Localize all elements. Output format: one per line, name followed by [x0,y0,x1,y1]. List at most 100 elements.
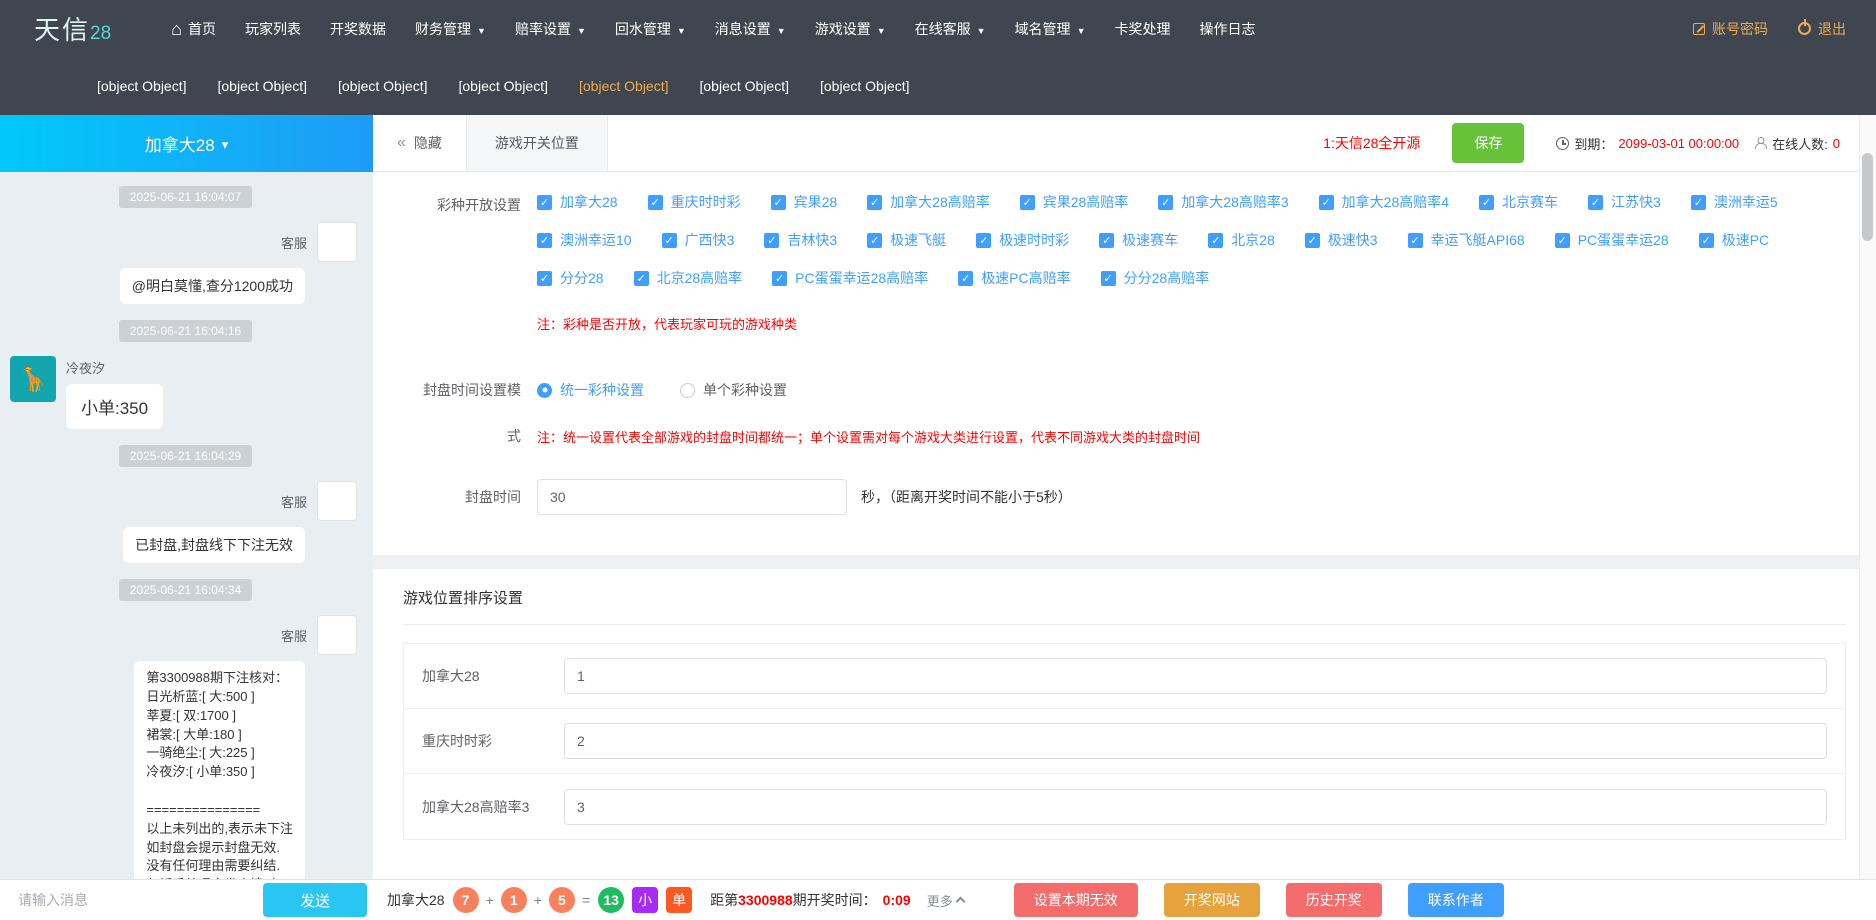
chat-timestamp: 2025-06-21 16:04:34 [119,579,252,601]
lottery-checkbox[interactable]: 北京28高赔率 [634,268,743,288]
lottery-checkbox[interactable]: 加拿大28高赔率3 [1158,192,1288,212]
lottery-label: PC蛋蛋幸运28 [1578,230,1669,250]
logout-button[interactable]: 退出 [1798,19,1846,39]
sort-order-input[interactable] [564,658,1827,694]
lottery-checkbox[interactable]: 吉林快3 [764,230,837,250]
lottery-checkbox[interactable]: 加拿大28高赔率 [867,192,990,212]
game-name: 加拿大28 [387,890,445,910]
lottery-checkbox[interactable]: 分分28高赔率 [1101,268,1210,288]
lottery-checkbox[interactable]: 澳洲幸运5 [1691,192,1778,212]
lottery-label: 极速赛车 [1122,230,1178,250]
person-icon [1755,137,1767,149]
lottery-checkbox[interactable]: 重庆时时彩 [648,192,741,212]
subnav-item[interactable]: [object Object] [459,78,549,94]
tab-game-switch-position[interactable]: 游戏开关位置 [466,115,608,171]
radio-icon [680,383,695,398]
action-button[interactable]: 历史开奖 [1286,883,1382,917]
seal-time-input[interactable] [537,479,847,515]
subnav-item[interactable]: [object Object] [820,78,910,94]
sort-settings-card: 游戏位置排序设置 加拿大28 重庆时时彩 加拿大 [373,569,1876,879]
chevron-down-icon [477,22,486,36]
subnav-item[interactable]: [object Object] [97,78,187,94]
mode-radio[interactable]: 统一彩种设置 [537,380,644,400]
nav-item[interactable]: 在线客服 [915,19,986,39]
nav-item[interactable]: 域名管理 [1015,19,1086,39]
mode-radio[interactable]: 单个彩种设置 [680,380,787,400]
more-toggle[interactable]: 更多 [927,891,964,910]
nav-item[interactable]: 操作日志 [1199,19,1255,39]
sort-order-input[interactable] [564,723,1827,759]
subnav-item[interactable]: [object Object] [218,78,308,94]
lottery-checkbox[interactable]: 极速快3 [1305,230,1378,250]
action-button[interactable]: 设置本期无效 [1014,883,1138,917]
nav-item-label: 财务管理 [415,19,471,39]
nav-item[interactable]: 回水管理 [615,19,686,39]
checkbox-checked-icon [867,195,882,210]
lottery-checkbox[interactable]: 北京赛车 [1479,192,1558,212]
lottery-checkbox[interactable]: 极速飞艇 [867,230,946,250]
chat-bubble: @明白莫懂,查分1200成功 [120,268,305,304]
checkbox-checked-icon [648,195,663,210]
hide-sidebar-button[interactable]: 隐藏 [373,115,466,171]
sort-order-input[interactable] [564,789,1827,825]
nav-item-label: 玩家列表 [245,19,301,39]
lottery-checkbox[interactable]: 加拿大28高赔率4 [1319,192,1449,212]
lottery-label: 幸运飞艇API68 [1431,230,1525,250]
lottery-checkbox[interactable]: PC蛋蛋幸运28高赔率 [772,268,928,288]
lottery-checkbox[interactable]: PC蛋蛋幸运28 [1555,230,1669,250]
lottery-checkbox[interactable]: 幸运飞艇API68 [1408,230,1525,250]
lottery-checkbox[interactable]: 加拿大28 [537,192,618,212]
action-button[interactable]: 联系作者 [1408,883,1504,917]
checkbox-checked-icon [1319,195,1334,210]
chevron-down-icon [222,134,229,154]
lottery-checkbox[interactable]: 江苏快3 [1588,192,1661,212]
nav-item[interactable]: 消息设置 [715,19,786,39]
sub-navbar: [object Object] [object Object] [object … [0,57,1876,115]
lottery-checkbox[interactable]: 极速PC [1699,230,1769,250]
room-selector[interactable]: 加拿大28 [0,115,373,172]
seal-time-label: 封盘时间 [403,487,521,507]
room-title: 加拿大28 [145,131,215,156]
nav-item[interactable]: 开奖数据 [330,19,386,39]
account-password-button[interactable]: 账号密码 [1693,19,1768,39]
subnav-item[interactable]: [object Object] [338,78,428,94]
nav-item[interactable]: 玩家列表 [245,19,301,39]
table-row: 重庆时时彩 [404,709,1845,774]
nav-item[interactable]: 卡奖处理 [1114,19,1170,39]
lottery-checkbox[interactable]: 广西快3 [662,230,735,250]
nav-item-label: 在线客服 [915,19,971,39]
size-tag: 小 [632,887,658,913]
lottery-checkbox[interactable]: 极速时时彩 [976,230,1069,250]
main-content: 彩种开放设置 加拿大28 重庆时时彩 [373,172,1876,879]
lottery-label: 宾果28 [794,192,838,212]
save-button[interactable]: 保存 [1452,123,1524,163]
lottery-checkbox[interactable]: 澳洲幸运10 [537,230,632,250]
checkbox-checked-icon [772,271,787,286]
nav-item[interactable]: 首页 [171,19,216,39]
vertical-scrollbar[interactable] [1859,115,1876,879]
action-button[interactable]: 开奖网站 [1164,883,1260,917]
main-menu: 首页 玩家列表 开奖数据 财务管理 赔率 [171,19,1693,39]
lottery-checkbox[interactable]: 极速PC高赔率 [958,268,1070,288]
lottery-checkbox[interactable]: 宾果28 [771,192,838,212]
chat-message-input[interactable] [16,891,259,909]
nav-item[interactable]: 游戏设置 [815,19,886,39]
logout-label: 退出 [1818,19,1846,39]
lottery-checkbox[interactable]: 分分28 [537,268,604,288]
subnav-item[interactable]: [object Object] [579,78,669,94]
lottery-checkbox[interactable]: 宾果28高赔率 [1020,192,1129,212]
sort-table: 加拿大28 重庆时时彩 加拿大28高赔率3 [403,643,1846,840]
lottery-checkbox[interactable]: 北京28 [1208,230,1275,250]
nav-item[interactable]: 财务管理 [415,19,486,39]
checkbox-checked-icon [1691,195,1706,210]
nav-item[interactable]: 赔率设置 [515,19,586,39]
scrollbar-thumb[interactable] [1862,153,1873,241]
send-button[interactable]: 发送 [263,883,367,917]
operator: = [582,892,590,908]
countdown-time: 0:09 [883,892,911,908]
chat-message-list[interactable]: 2025-06-21 16:04:07 客服 @明白莫懂,查分1200成功 20… [0,172,373,879]
lottery-checkbox[interactable]: 极速赛车 [1099,230,1178,250]
open-settings-note: 注：彩种是否开放，代表玩家可玩的游戏种类 [537,314,1846,333]
checkbox-checked-icon [764,233,779,248]
subnav-item[interactable]: [object Object] [700,78,790,94]
